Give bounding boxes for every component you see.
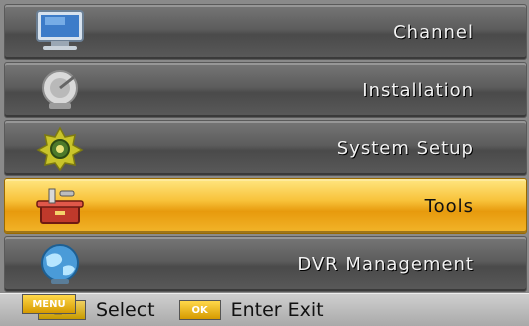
menu-item-dvr-management[interactable]: DVR Management bbox=[4, 236, 527, 292]
gear-icon bbox=[36, 126, 84, 171]
menu-item-tools[interactable]: Tools bbox=[4, 178, 527, 234]
menu-item-label: Tools bbox=[424, 195, 474, 217]
tv-icon bbox=[36, 10, 84, 50]
menu-item-label: Channel bbox=[393, 21, 474, 43]
exit-hint: Exit bbox=[287, 299, 324, 321]
toolbox-icon bbox=[36, 188, 84, 224]
menu-item-installation[interactable]: Installation bbox=[4, 62, 527, 118]
menu-item-label: DVR Management bbox=[297, 253, 474, 275]
select-hint: Select bbox=[96, 299, 155, 321]
menu-item-channel[interactable]: Channel bbox=[4, 4, 527, 60]
menu-item-system-setup[interactable]: System Setup bbox=[4, 120, 527, 176]
satellite-dish-icon bbox=[42, 70, 78, 109]
menu-item-label: System Setup bbox=[336, 137, 474, 159]
menu-key-icon: MENU bbox=[22, 294, 76, 314]
ok-key-icon: OK bbox=[178, 300, 221, 320]
help-bar: ▲▼ Select OK Enter MENU Exit bbox=[0, 293, 529, 326]
menu-item-label: Installation bbox=[362, 79, 474, 101]
globe-icon bbox=[41, 244, 79, 284]
enter-hint: Enter bbox=[230, 299, 282, 321]
